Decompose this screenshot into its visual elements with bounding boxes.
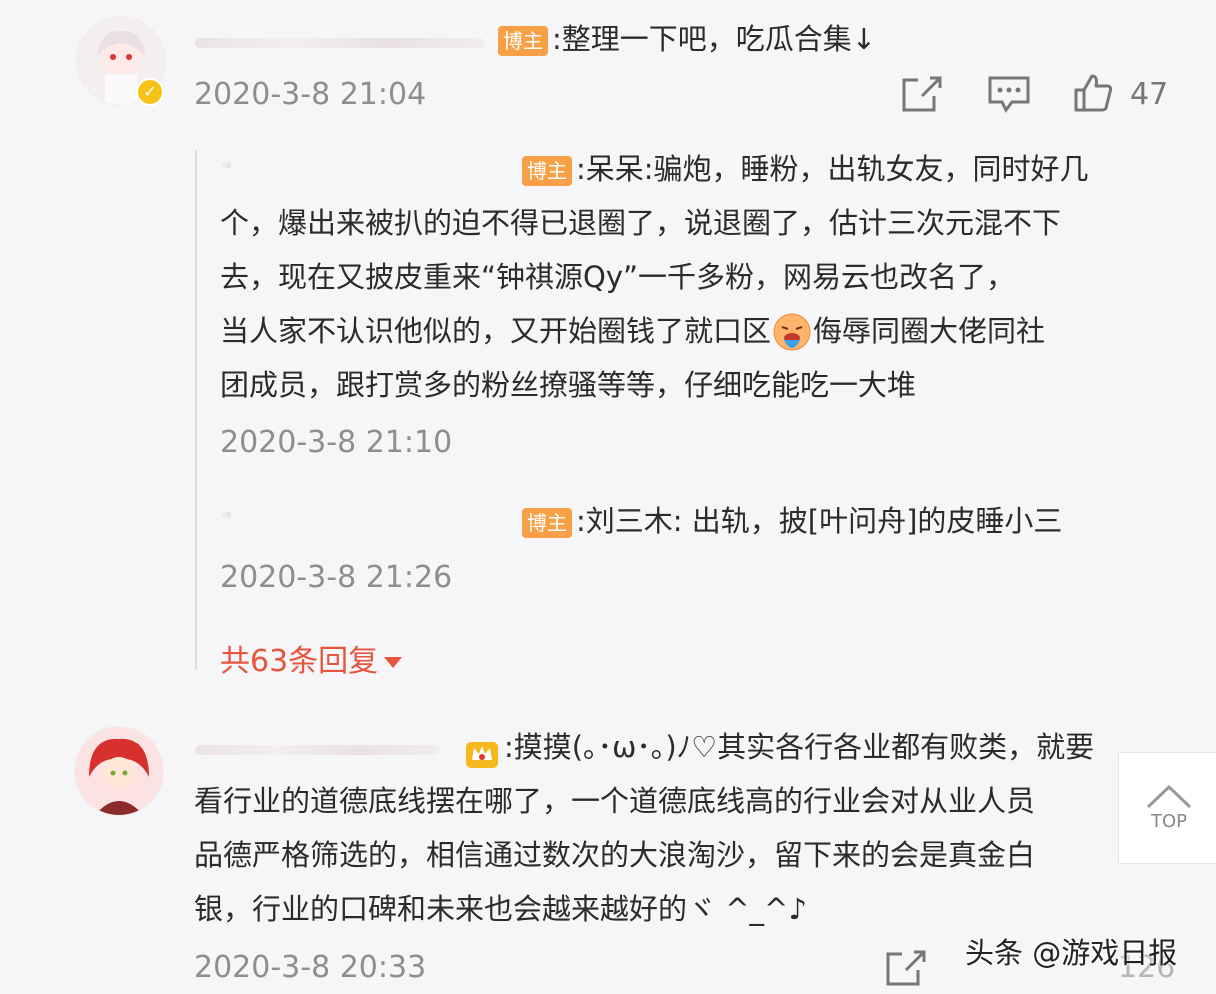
- top-label: TOP: [1150, 811, 1188, 832]
- chevron-up-icon: [1146, 784, 1192, 809]
- username-blurred[interactable]: [195, 38, 485, 48]
- comment-text: :摸摸(｡･ω･｡)ﾉ♡其实各行各业都有败类，就要 看行业的道德底线摆在哪了，一…: [194, 730, 1095, 926]
- blogger-badge: 博主: [522, 156, 572, 186]
- comment-time: 2020-3-8 20:33: [194, 950, 427, 985]
- reply-time: 2020-3-8 21:10: [220, 425, 453, 460]
- like-count: 47: [1130, 77, 1169, 112]
- watermark: 头条 @游戏日报: [965, 936, 1178, 970]
- reply-text: 博主:呆呆:骗炮，睡粉，出轨女友，同时好几 个，爆出来被扒的迫不得已退圈了，说退…: [220, 152, 1089, 402]
- comment-icon[interactable]: [986, 74, 1032, 118]
- reply-text: 博主:刘三木: 出轨，披[叶问舟]的皮睡小三: [522, 494, 1062, 548]
- like-icon[interactable]: [1072, 72, 1114, 118]
- comment-text: 博主:整理一下吧，吃瓜合集↓: [498, 12, 876, 66]
- reply-username-blurred[interactable]: [222, 512, 232, 518]
- blogger-badge: 博主: [498, 26, 548, 56]
- share-icon[interactable]: [900, 74, 944, 118]
- share-icon[interactable]: [884, 948, 928, 992]
- more-replies-link[interactable]: 共63条回复: [220, 636, 403, 680]
- crown-icon: [464, 733, 500, 768]
- blogger-badge: 博主: [522, 508, 572, 538]
- avatar[interactable]: [74, 726, 164, 816]
- chevron-down-icon: [384, 657, 403, 668]
- reply-time: 2020-3-8 21:26: [220, 560, 453, 595]
- verified-badge-icon: ✓: [136, 78, 164, 106]
- back-to-top-button[interactable]: TOP: [1118, 752, 1216, 864]
- comment-time: 2020-3-8 21:04: [194, 77, 427, 112]
- emoji-vomit-icon: [771, 312, 813, 354]
